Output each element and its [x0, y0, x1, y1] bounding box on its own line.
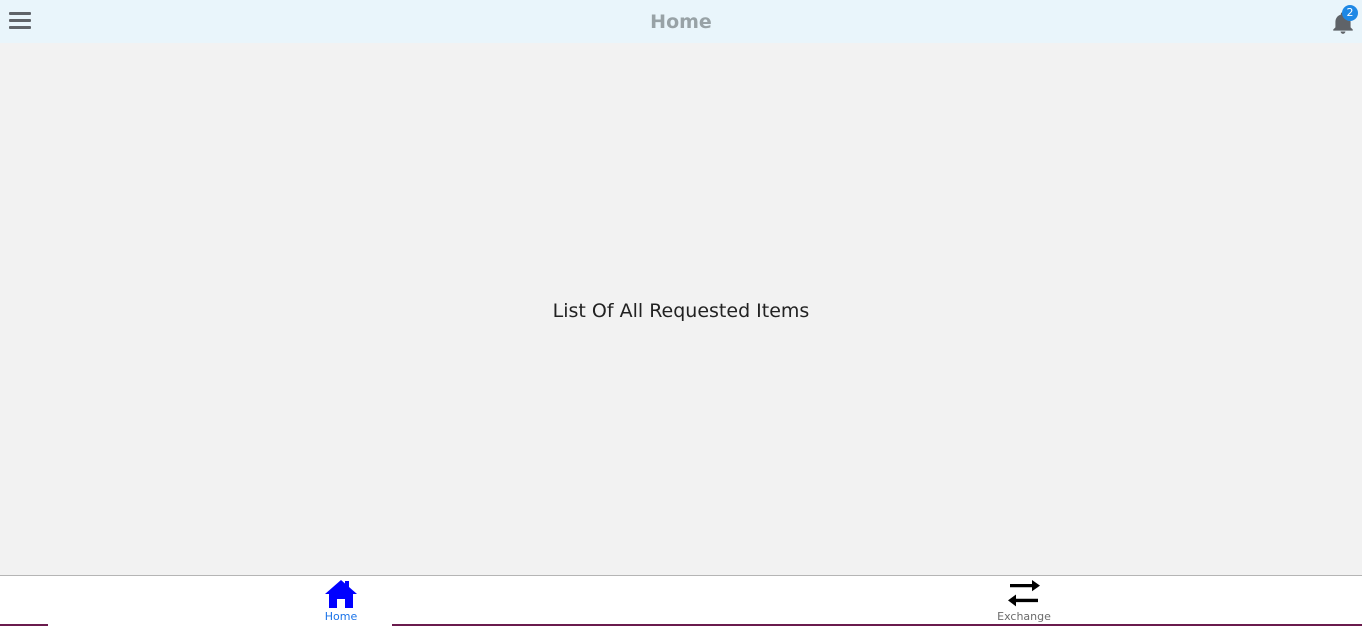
- tab-home[interactable]: Home: [281, 576, 401, 626]
- app-header: Home 2: [0, 0, 1362, 43]
- tab-home-label: Home: [324, 610, 358, 623]
- bottom-tab-bar: Home Exchange: [0, 575, 1362, 626]
- notifications-button[interactable]: 2: [1330, 5, 1358, 35]
- notification-count-badge: 2: [1342, 5, 1358, 21]
- requested-items-message: List Of All Requested Items: [552, 300, 810, 322]
- home-icon: [325, 580, 357, 608]
- page-title: Home: [650, 11, 712, 33]
- tab-exchange-label: Exchange: [997, 610, 1051, 623]
- exchange-arrows-icon: [1008, 580, 1040, 607]
- tab-exchange[interactable]: Exchange: [964, 576, 1084, 626]
